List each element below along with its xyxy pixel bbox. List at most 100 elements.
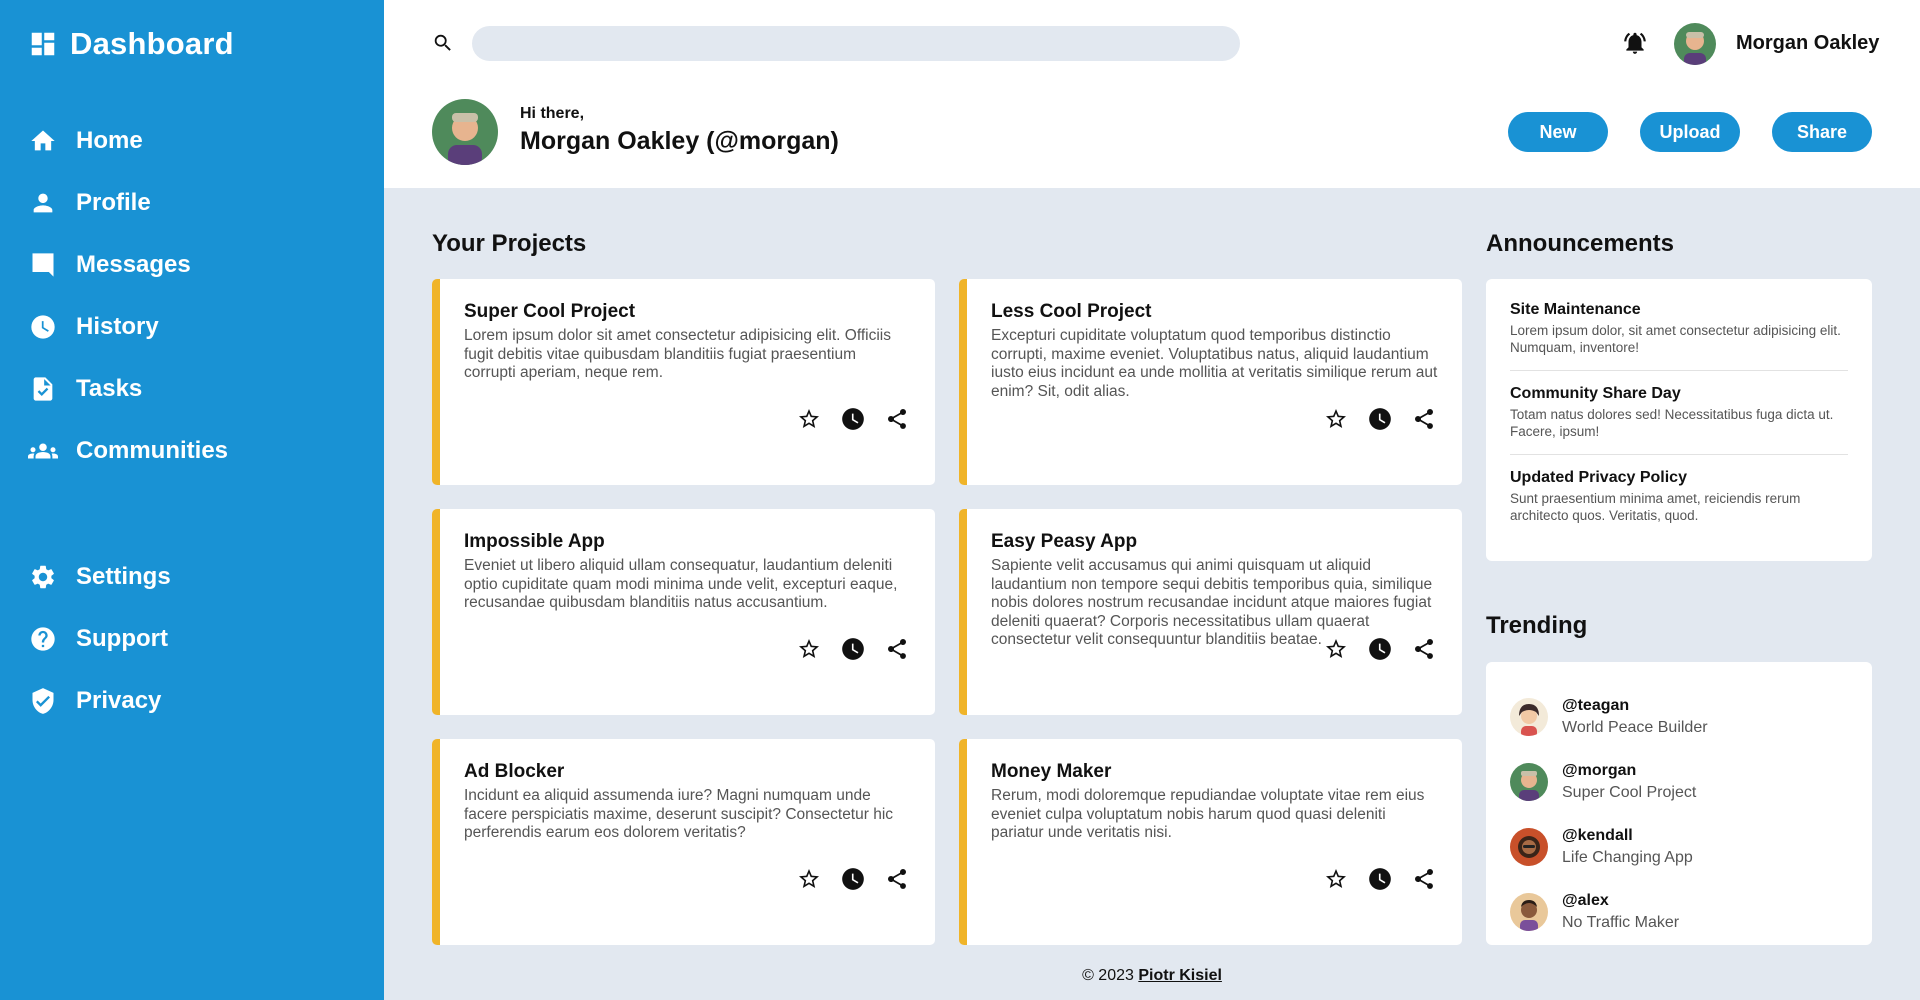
clock-icon[interactable] xyxy=(1366,405,1394,433)
project-card[interactable]: Impossible App Eveniet ut libero aliquid… xyxy=(432,509,935,715)
trending-project: World Peace Builder xyxy=(1562,718,1708,736)
project-actions xyxy=(795,635,911,663)
trending-handle: @kendall xyxy=(1562,826,1633,844)
sidebar-item-home[interactable]: Home xyxy=(28,110,368,172)
trending-panel: @teagan World Peace Builder @morgan Supe… xyxy=(1486,662,1872,945)
upload-button[interactable]: Upload xyxy=(1640,112,1740,152)
star-icon[interactable] xyxy=(795,865,823,893)
greeting-name: Morgan Oakley (@morgan) xyxy=(520,127,839,155)
trending-title: Trending xyxy=(1486,612,1588,639)
share-icon[interactable] xyxy=(1410,635,1438,663)
sidebar-item-label: Profile xyxy=(76,189,151,216)
sidebar-item-messages[interactable]: Messages xyxy=(28,234,368,296)
project-actions xyxy=(1322,405,1438,433)
clock-icon[interactable] xyxy=(1366,635,1394,663)
trending-project: Life Changing App xyxy=(1562,848,1693,866)
footer: © 2023 Piotr Kisiel xyxy=(384,967,1920,985)
brand[interactable]: Dashboard xyxy=(28,26,234,62)
dashboard-icon xyxy=(31,32,55,56)
project-title: Easy Peasy App xyxy=(991,531,1138,552)
share-button[interactable]: Share xyxy=(1772,112,1872,152)
header: Morgan Oakley Hi there, Morgan Oakley (@… xyxy=(384,0,1920,188)
projects-title: Your Projects xyxy=(432,230,587,257)
trending-handle: @alex xyxy=(1562,891,1609,909)
task-icon xyxy=(28,374,58,404)
announcement-text: Sunt praesentium minima amet, reiciendis… xyxy=(1510,491,1801,523)
sidebar-item-label: Support xyxy=(76,625,168,652)
project-title: Ad Blocker xyxy=(464,761,565,782)
sidebar-item-label: Settings xyxy=(76,563,171,590)
announcement-item[interactable]: Updated Privacy Policy Sunt praesentium … xyxy=(1510,469,1848,538)
project-title: Impossible App xyxy=(464,531,605,552)
share-icon[interactable] xyxy=(883,635,911,663)
trending-project: Super Cool Project xyxy=(1562,783,1697,801)
project-card[interactable]: Ad Blocker Incidunt ea aliquid assumenda… xyxy=(432,739,935,945)
project-description: Lorem ipsum dolor sit amet consectetur a… xyxy=(464,327,891,381)
trending-project: No Traffic Maker xyxy=(1562,913,1680,931)
announcement-title: Updated Privacy Policy xyxy=(1510,469,1687,486)
avatar xyxy=(1510,762,1548,801)
sidebar-item-privacy[interactable]: Privacy xyxy=(28,670,368,732)
sidebar-item-profile[interactable]: Profile xyxy=(28,172,368,234)
user-name[interactable]: Morgan Oakley xyxy=(1736,32,1879,55)
project-actions xyxy=(1322,865,1438,893)
clock-icon xyxy=(28,312,58,342)
project-title: Money Maker xyxy=(991,761,1112,782)
avatar xyxy=(1510,892,1548,931)
star-icon[interactable] xyxy=(1322,405,1350,433)
star-icon[interactable] xyxy=(1322,635,1350,663)
new-button[interactable]: New xyxy=(1508,112,1608,152)
project-title: Super Cool Project xyxy=(464,301,636,322)
project-title: Less Cool Project xyxy=(991,301,1152,322)
sidebar-item-tasks[interactable]: Tasks xyxy=(28,358,368,420)
clock-icon[interactable] xyxy=(839,865,867,893)
person-icon xyxy=(28,188,58,218)
project-card[interactable]: Money Maker Rerum, modi doloremque repud… xyxy=(959,739,1462,945)
share-icon[interactable] xyxy=(1410,405,1438,433)
announcement-item[interactable]: Site Maintenance Lorem ipsum dolor, sit … xyxy=(1510,301,1848,371)
announcement-text: Totam natus dolores sed! Necessitatibus … xyxy=(1510,407,1834,439)
home-icon xyxy=(28,126,58,156)
project-card[interactable]: Super Cool Project Lorem ipsum dolor sit… xyxy=(432,279,935,485)
share-icon[interactable] xyxy=(883,865,911,893)
share-icon[interactable] xyxy=(1410,865,1438,893)
star-icon[interactable] xyxy=(795,635,823,663)
action-buttons: New Upload Share xyxy=(1508,112,1872,152)
bell-icon[interactable] xyxy=(1622,30,1648,56)
announcement-item[interactable]: Community Share Day Totam natus dolores … xyxy=(1510,385,1848,455)
search-icon[interactable] xyxy=(432,32,454,54)
sidebar-item-settings[interactable]: Settings xyxy=(28,546,368,608)
chat-icon xyxy=(28,250,58,280)
sidebar-item-label: Tasks xyxy=(76,375,143,402)
star-icon[interactable] xyxy=(795,405,823,433)
clock-icon[interactable] xyxy=(839,635,867,663)
project-description: Rerum, modi doloremque repudiandae volup… xyxy=(991,787,1425,841)
group-icon xyxy=(28,436,58,466)
project-card[interactable]: Easy Peasy App Sapiente velit accusamus … xyxy=(959,509,1462,715)
avatar[interactable] xyxy=(1674,23,1716,65)
author-link[interactable]: Piotr Kisiel xyxy=(1138,967,1222,984)
clock-icon[interactable] xyxy=(1366,865,1394,893)
avatar xyxy=(1510,697,1548,736)
sidebar-item-label: Home xyxy=(76,127,143,154)
brand-title: Dashboard xyxy=(70,26,234,61)
star-icon[interactable] xyxy=(1322,865,1350,893)
trending-item[interactable]: @morgan Super Cool Project xyxy=(1510,749,1848,814)
search-input[interactable] xyxy=(472,26,1240,61)
trending-item[interactable]: @kendall Life Changing App xyxy=(1510,814,1848,879)
project-actions xyxy=(795,865,911,893)
sidebar-item-communities[interactable]: Communities xyxy=(28,420,368,482)
sidebar-item-label: Communities xyxy=(76,437,229,464)
trending-item[interactable]: @teagan World Peace Builder xyxy=(1510,684,1848,749)
project-actions xyxy=(795,405,911,433)
trending-item[interactable]: @alex No Traffic Maker xyxy=(1510,879,1848,944)
sidebar-item-support[interactable]: Support xyxy=(28,608,368,670)
share-icon[interactable] xyxy=(883,405,911,433)
clock-icon[interactable] xyxy=(839,405,867,433)
project-card[interactable]: Less Cool Project Excepturi cupiditate v… xyxy=(959,279,1462,485)
project-description: Eveniet ut libero aliquid ullam consequa… xyxy=(464,557,898,611)
sidebar-item-history[interactable]: History xyxy=(28,296,368,358)
copyright-text: © 2023 xyxy=(1082,967,1134,984)
project-description: Excepturi cupiditate voluptatum quod tem… xyxy=(991,327,1438,400)
announcement-title: Site Maintenance xyxy=(1510,301,1641,318)
